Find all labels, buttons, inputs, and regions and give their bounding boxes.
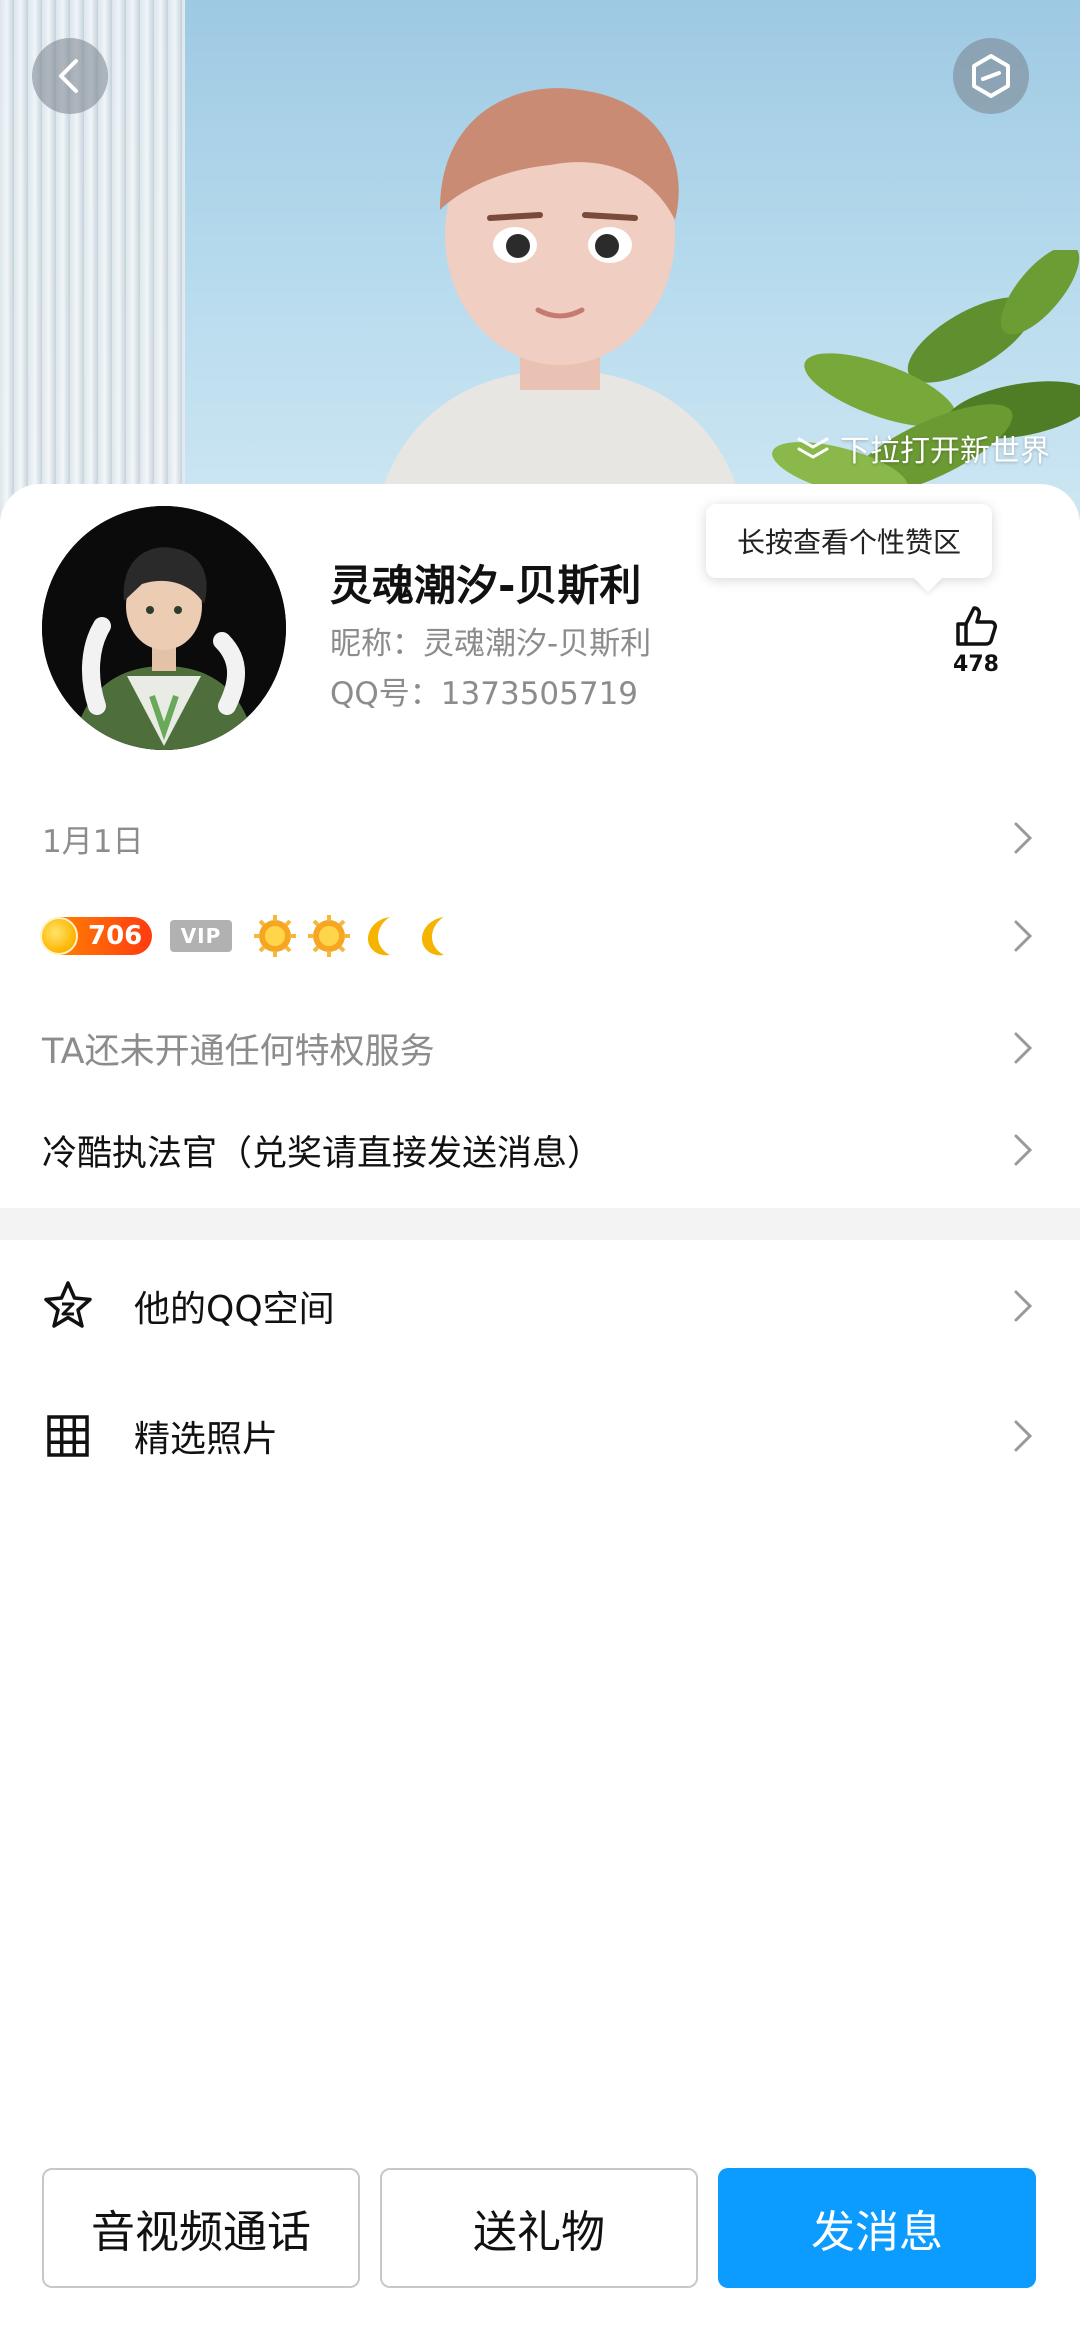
video-call-button[interactable]: 音视频通话 <box>42 2168 360 2288</box>
profile-display-name: 灵魂潮汐-贝斯利 <box>330 561 642 610</box>
grid-icon <box>47 1415 89 1457</box>
moon-icon <box>368 917 390 956</box>
photos-menu-item[interactable]: 精选照片 <box>0 1396 1080 1476</box>
avatar[interactable] <box>42 506 286 750</box>
photos-label: 精选照片 <box>134 1419 279 1460</box>
pull-down-hint: 下拉打开新世界 <box>796 426 1050 470</box>
avatar-character-image <box>42 506 286 750</box>
coin-badge: 706 <box>40 917 152 955</box>
section-divider <box>0 1208 1080 1240</box>
coin-icon <box>40 917 78 955</box>
chevron-left-icon <box>59 59 78 93</box>
privilege-row[interactable]: TA还未开通任何特权服务 <box>0 1018 1080 1078</box>
sun-icon <box>308 915 350 957</box>
star-icon <box>44 1281 92 1328</box>
privilege-text: TA还未开通任何特权服务 <box>42 1031 435 1072</box>
birthday-text: 1月1日 <box>42 823 144 860</box>
plant-decoration <box>772 250 1080 498</box>
pull-hint-text: 下拉打开新世界 <box>840 434 1050 469</box>
chevron-right-icon <box>1014 920 1033 952</box>
chevron-right-icon <box>1014 822 1033 854</box>
more-options-button[interactable] <box>953 38 1029 114</box>
send-gift-button[interactable]: 送礼物 <box>380 2168 698 2288</box>
like-tooltip: 长按查看个性赞区 <box>706 504 992 578</box>
profile-cover[interactable]: 下拉打开新世界 <box>0 0 1080 540</box>
chevron-right-icon <box>1014 1134 1033 1166</box>
send-message-button[interactable]: 发消息 <box>718 2168 1036 2288</box>
back-button[interactable] <box>32 38 108 114</box>
like-count: 478 <box>953 652 999 677</box>
chevron-right-icon <box>1014 1420 1033 1452</box>
signature-row[interactable]: 冷酷执法官（兑奖请直接发送消息） <box>0 1120 1080 1180</box>
badges-row[interactable]: 706 VIP <box>0 906 1080 966</box>
thumbs-up-icon <box>956 606 997 646</box>
profile-qq-number: QQ号：1373505719 <box>330 676 639 712</box>
chevron-right-icon <box>1014 1032 1033 1064</box>
hexagon-icon <box>972 54 1010 98</box>
qzone-label: 他的QQ空间 <box>134 1289 335 1330</box>
chevron-right-icon <box>1014 1290 1033 1322</box>
sun-icon <box>254 915 296 957</box>
chevron-down-double-icon <box>797 437 829 459</box>
moon-icon <box>422 917 444 956</box>
qzone-menu-item[interactable]: 他的QQ空间 <box>0 1266 1080 1346</box>
birthday-row[interactable]: 1月1日 <box>0 808 1080 868</box>
signature-text: 冷酷执法官（兑奖请直接发送消息） <box>42 1133 603 1174</box>
coin-value: 706 <box>88 921 143 951</box>
like-button[interactable]: 478 <box>946 602 1006 677</box>
profile-nickname: 昵称：灵魂潮汐-贝斯利 <box>330 626 652 662</box>
vip-badge: VIP <box>170 920 232 952</box>
